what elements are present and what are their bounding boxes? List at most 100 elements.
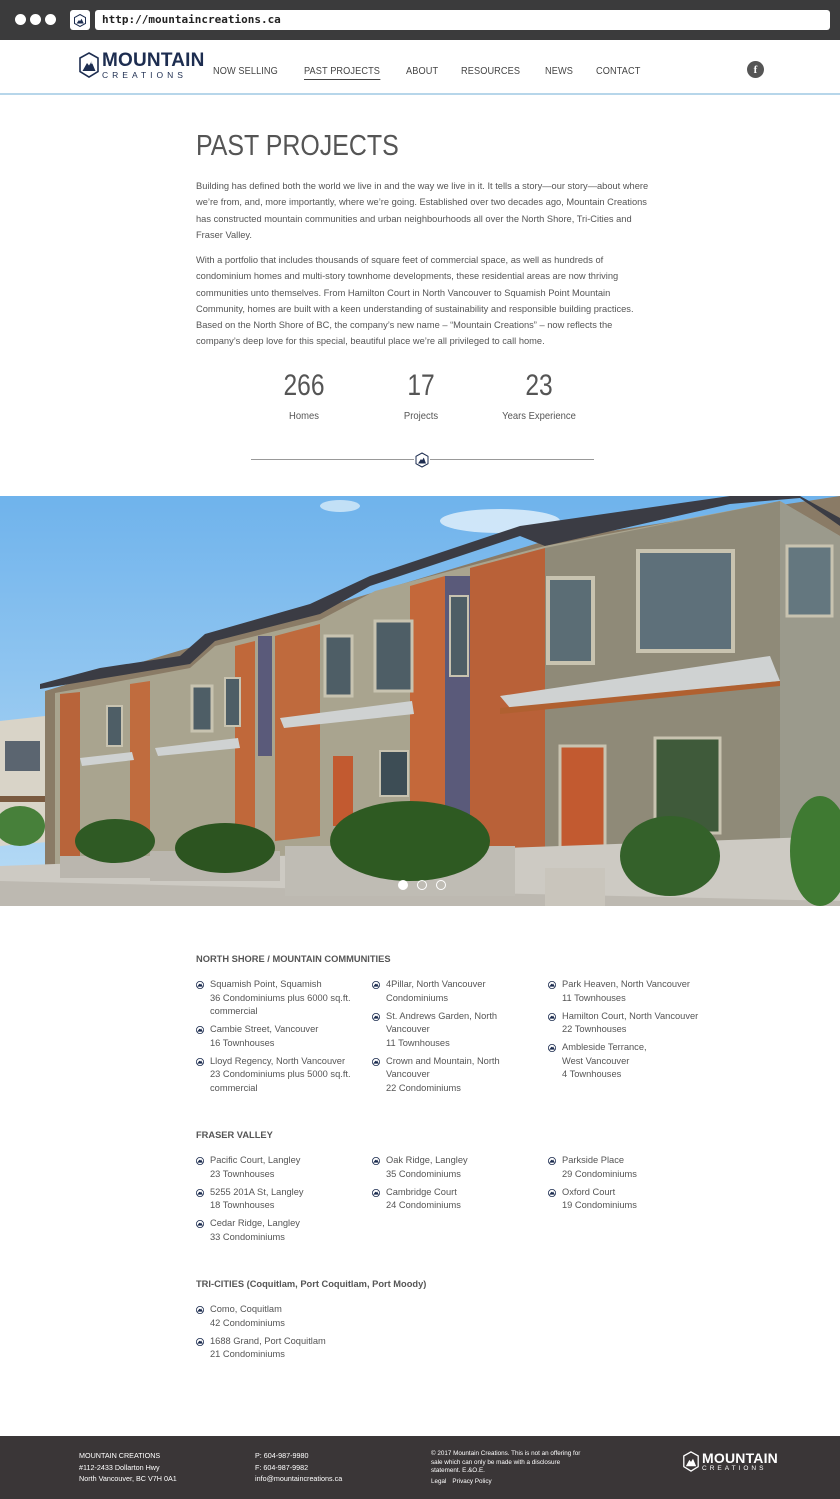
project-name: 4Pillar, North Vancouver [386,979,486,989]
project-item: Ambleside Terrance, West Vancouver 4 Town… [548,1041,658,1082]
stat-label: Projects [403,410,439,422]
site-footer: MOUNTAIN CREATIONS #112-2433 Dollarton H… [0,1436,840,1499]
project-detail: 23 Townhouses [210,1168,275,1179]
project-item: Como, Coquitlam 42 Condominiums [196,1303,361,1330]
main-nav: NOW SELLING PAST PROJECTS ABOUT RESOURCE… [213,66,664,80]
intro-paragraph-2: With a portfolio that includes thousands… [196,255,634,347]
footer-phone[interactable]: P: 604-987-9980 [255,1450,342,1462]
project-item: Cedar Ridge, Langley 33 Condominiums [196,1217,361,1244]
window-minimize-dot[interactable] [30,14,41,25]
facebook-icon[interactable]: f [747,61,764,78]
project-detail: 16 Townhouses [210,1037,275,1048]
project-item: Crown and Mountain, North Vancouver 22 Co… [372,1055,512,1096]
stat-homes: 266 Homes [244,368,364,422]
site-logo[interactable]: MOUNTAIN CREATIONS [79,51,205,79]
project-name: Crown and Mountain, North Vancouver [386,1055,500,1080]
mountain-bullet-icon [196,1157,204,1165]
footer-legal-link[interactable]: Legal [431,1478,446,1485]
project-detail: 22 Townhouses [562,1024,627,1034]
section-title-tri-cities: TRI-CITIES (Coquitlam, Port Coquitlam, P… [196,1279,427,1289]
project-item: Parkside Place 29 Condominiums [548,1154,713,1181]
project-item: Oxford Court 19 Condominiums [548,1186,713,1213]
project-detail: 11 Townhouses [562,992,626,1003]
url-bar[interactable]: http://mountaincreations.ca [95,10,830,30]
project-name: Oak Ridge, Langley [386,1155,468,1165]
north-shore-col-1: Squamish Point, Squamish 36 Condominiums … [196,978,361,1100]
project-name: Pacific Court, Langley [210,1155,301,1165]
nav-contact[interactable]: CONTACT [596,66,640,80]
window-maximize-dot[interactable] [45,14,56,25]
page-title: PAST PROJECTS [196,130,399,162]
project-item: Lloyd Regency, North Vancouver 23 Condomi… [196,1055,361,1096]
footer-logo[interactable]: MOUNTAIN CREATIONS [683,1451,778,1473]
mountain-logo-icon [79,52,99,78]
stat-years: 23 Years Experience [479,368,599,422]
project-item: Hamilton Court, North Vancouver 22 Townho… [548,1010,718,1037]
mountain-bullet-icon [372,1012,380,1021]
footer-address-line-1: #112-2433 Dollarton Hwy [79,1462,160,1472]
project-detail: 22 Condominiums [386,1082,461,1093]
project-item: Oak Ridge, Langley 35 Condominiums [372,1154,537,1181]
project-name: Parkside Place [562,1155,625,1165]
nav-now-selling[interactable]: NOW SELLING [213,66,278,80]
project-detail: 42 Condominiums [210,1317,285,1328]
carousel-dot-1[interactable] [398,880,408,890]
project-name: Lloyd Regency, North Vancouver [210,1055,346,1066]
project-name: Cambridge Court [386,1186,457,1197]
project-item: Cambridge Court 24 Condominiums [372,1186,537,1213]
carousel-dot-2[interactable] [417,880,427,890]
mountain-badge-icon [414,452,430,468]
nav-resources[interactable]: RESOURCES [461,66,520,80]
project-name: Cedar Ridge, Langley [210,1218,300,1228]
project-detail: 33 Condominiums [210,1231,285,1242]
north-shore-col-2: 4Pillar, North Vancouver Condominiums St.… [372,978,512,1100]
footer-email[interactable]: info@mountaincreations.ca [255,1473,342,1485]
window-close-dot[interactable] [15,14,26,25]
mountain-bullet-icon [196,1306,204,1314]
project-name: Squamish Point, Squamish [210,979,322,989]
mountain-bullet-icon [548,1188,556,1197]
project-item: Pacific Court, Langley 23 Townhouses [196,1154,361,1181]
project-item: Cambie Street, Vancouver 16 Townhouses [196,1023,361,1050]
nav-past-projects[interactable]: PAST PROJECTS [303,66,380,80]
mountain-bullet-icon [196,981,204,989]
project-item: 1688 Grand, Port Coquitlam 21 Condominium… [196,1335,361,1362]
north-shore-col-3: Park Heaven, North Vancouver 11 Townhouse… [548,978,718,1086]
site-favicon-icon [70,10,90,30]
project-name: Ambleside Terrance, West Vancouver [562,1042,647,1066]
project-detail: 35 Condominiums [386,1168,461,1179]
project-detail: 24 Condominiums [386,1200,461,1210]
mountain-bullet-icon [372,981,380,989]
mountain-bullet-icon [196,1026,204,1034]
nav-about[interactable]: ABOUT [406,66,438,80]
project-detail: 11 Townhouses [386,1037,450,1048]
stat-label: Homes [289,410,319,422]
mountain-bullet-icon [548,981,556,989]
site-header: MOUNTAIN CREATIONS NOW SELLING PAST PROJ… [0,40,840,95]
footer-logo-subtitle: CREATIONS [702,1465,767,1472]
fraser-valley-col-2: Oak Ridge, Langley 35 Condominiums Cambri… [372,1154,537,1217]
project-name: Park Heaven, North Vancouver [562,979,690,989]
project-item: St. Andrews Garden, North Vancouver 11 To… [372,1010,512,1051]
mountain-bullet-icon [196,1337,204,1346]
carousel-dots [398,880,455,890]
footer-logo-wordmark: MOUNTAIN [702,1450,778,1466]
fraser-valley-col-3: Parkside Place 29 Condominiums Oxford Cou… [548,1154,713,1217]
project-detail: 4 Townhouses [562,1069,622,1079]
stat-projects: 17 Projects [361,368,481,422]
project-detail: 23 Condominiums plus 5000 sq.ft. commerc… [210,1069,351,1093]
hero-carousel-image[interactable] [0,496,840,906]
project-detail: 18 Townhouses [210,1200,275,1210]
project-name: Hamilton Court, North Vancouver [562,1010,699,1021]
fraser-valley-col-1: Pacific Court, Langley 23 Townhouses 5255… [196,1154,361,1249]
project-item: 5255 201A St, Langley 18 Townhouses [196,1186,361,1213]
project-item: Park Heaven, North Vancouver 11 Townhouse… [548,978,718,1005]
nav-news[interactable]: NEWS [545,66,573,80]
footer-privacy-link[interactable]: Privacy Policy [452,1478,491,1485]
carousel-dot-3[interactable] [436,880,446,890]
mountain-bullet-icon [196,1188,204,1197]
logo-wordmark: MOUNTAIN [102,49,205,71]
project-item: 4Pillar, North Vancouver Condominiums [372,978,512,1005]
project-detail: 21 Condominiums [210,1349,285,1359]
footer-copyright: © 2017 Mountain Creations. This is not a… [431,1450,581,1475]
